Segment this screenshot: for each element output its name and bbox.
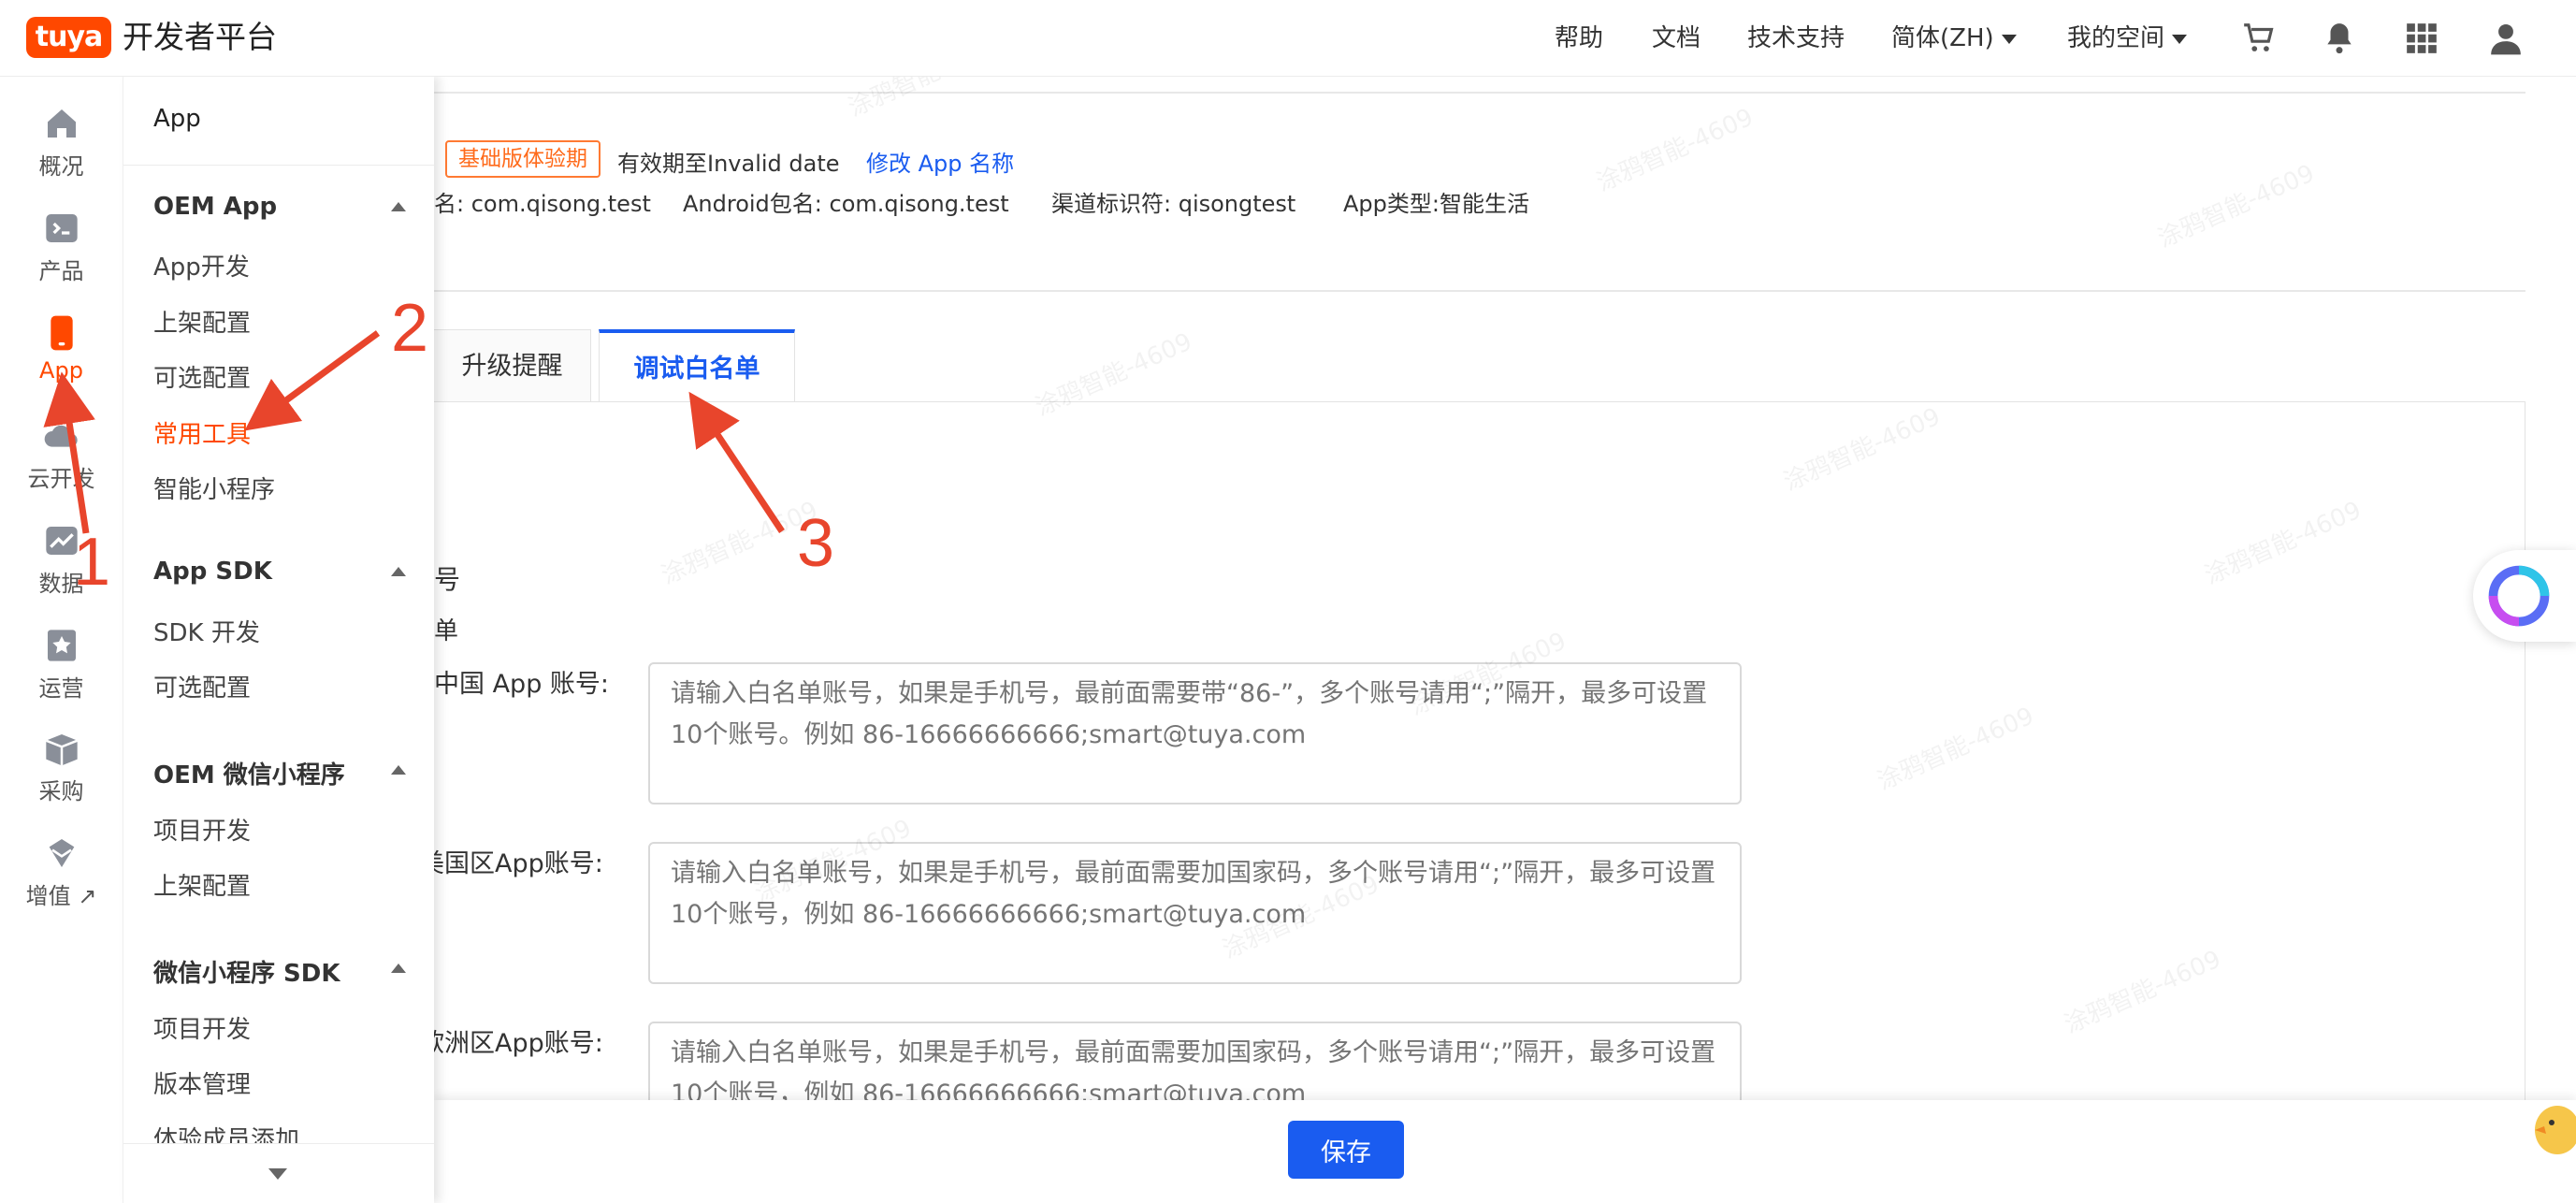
section-link[interactable]: 单 (434, 612, 458, 646)
rename-app-link[interactable]: 修改 App 名称 (866, 145, 1014, 178)
help-link[interactable]: 帮助 (1555, 0, 1603, 77)
menu-optional-config[interactable]: 可选配置 (153, 359, 251, 394)
chevron-up-icon (391, 765, 406, 775)
my-space-label: 我的空间 (2067, 24, 2165, 52)
chevron-up-icon (391, 964, 406, 973)
star-icon (47, 630, 76, 661)
rail-item-product[interactable]: 产品 (0, 210, 123, 303)
box-icon (45, 734, 78, 766)
submenu-scroll-down[interactable] (123, 1143, 434, 1203)
china-account-label: 中国 App 账号: (434, 670, 610, 699)
menu-mini-program[interactable]: 智能小程序 (153, 471, 275, 505)
china-account-input[interactable] (648, 662, 1742, 804)
divider (434, 92, 2525, 94)
rail-label: 概况 (38, 153, 84, 180)
duck-mascot-icon (2535, 1106, 2576, 1154)
rail-label: App (39, 357, 83, 384)
annotation-number-2: 2 (391, 291, 429, 366)
menu-version-management[interactable]: 版本管理 (153, 1065, 251, 1100)
menu-project-dev[interactable]: 项目开发 (153, 812, 251, 847)
assistant-orb-icon (2488, 565, 2550, 627)
my-space-menu[interactable]: 我的空间 (2067, 0, 2188, 77)
menu-sdk-dev[interactable]: SDK 开发 (153, 614, 260, 648)
menu-sdk-optional-config[interactable]: 可选配置 (153, 669, 251, 703)
chevron-down-icon (2172, 34, 2188, 44)
language-selector[interactable]: 简体(ZH) (1891, 0, 2017, 77)
whitelist-panel: 号 单 中国 App 账号: 美国区App账号: 欧洲区App账号: (434, 401, 2525, 1203)
rail-item-app[interactable]: App (0, 314, 123, 408)
us-account-label: 美国区App账号: (434, 849, 603, 878)
platform-title: 开发者平台 (123, 19, 277, 55)
ai-assistant-button[interactable] (2473, 550, 2576, 642)
tech-support-link[interactable]: 技术支持 (1747, 0, 1845, 77)
validity-text: 有效期至Invalid date (617, 151, 840, 177)
app-submenu: App OEM App App开发 上架配置 可选配置 常用工具 智能小程序 A… (123, 77, 434, 1203)
home-icon (47, 109, 76, 138)
menu-wechat-listing-config[interactable]: 上架配置 (153, 867, 251, 902)
annotation-number-1: 1 (73, 525, 111, 600)
group-app-sdk[interactable]: App SDK (153, 558, 406, 586)
top-header: tuya 开发者平台 帮助 文档 技术支持 简体(ZH) 我的空间 (0, 0, 2576, 77)
menu-wechat-project-dev[interactable]: 项目开发 (153, 1010, 251, 1045)
chevron-down-icon (268, 1168, 287, 1180)
language-label: 简体(ZH) (1891, 24, 1994, 52)
submenu-title: App (153, 105, 201, 133)
apps-grid-icon[interactable] (2404, 21, 2439, 56)
mascot-helper-button[interactable] (2524, 1093, 2576, 1158)
android-package-name: Android包名: com.qisong.test (683, 191, 1009, 217)
app-type: App类型:智能生活 (1343, 191, 1529, 217)
divider (434, 290, 2525, 292)
icon-sidebar: 概况 产品 App 云开发 数据 运营 采购 增值 ↗ (0, 77, 123, 1203)
group-wechat-sdk[interactable]: 微信小程序 SDK (153, 954, 406, 989)
menu-listing-config[interactable]: 上架配置 (153, 304, 251, 339)
group-label: App SDK (153, 558, 272, 586)
group-oem-app[interactable]: OEM App (153, 193, 406, 221)
eu-account-label: 欧洲区App账号: (434, 1029, 603, 1058)
rail-label: 采购 (38, 778, 84, 804)
cart-icon[interactable] (2241, 21, 2277, 56)
rail-item-operations[interactable]: 运营 (0, 627, 123, 720)
menu-common-tools[interactable]: 常用工具 (153, 415, 251, 450)
menu-app-dev[interactable]: App开发 (153, 248, 250, 283)
group-oem-wechat[interactable]: OEM 微信小程序 (153, 756, 406, 790)
chevron-down-icon (2001, 34, 2017, 44)
us-account-input[interactable] (648, 842, 1742, 984)
rail-label: 增值 ↗ (25, 883, 97, 909)
docs-link[interactable]: 文档 (1652, 0, 1700, 77)
cloud-icon (44, 425, 78, 447)
terminal-icon (45, 214, 78, 242)
rail-item-overview[interactable]: 概况 (0, 105, 123, 198)
group-label: OEM 微信小程序 (153, 761, 345, 790)
group-label: 微信小程序 SDK (153, 960, 340, 988)
channel-id: 渠道标识符: qisongtest (1051, 191, 1296, 217)
tab-upgrade-reminder[interactable]: 升级提醒 (434, 329, 591, 402)
tuya-logo[interactable]: tuya (26, 17, 111, 58)
phone-icon (50, 315, 73, 351)
ios-package-name: 名: com.qisong.test (434, 191, 651, 217)
chevron-up-icon (391, 567, 406, 576)
rail-item-value-added[interactable]: 增值 ↗ (0, 834, 123, 928)
main-content: 基础版体验期 有效期至Invalid date 修改 App 名称 名: com… (434, 77, 2576, 1203)
group-label: OEM App (153, 193, 278, 221)
tab-debug-whitelist[interactable]: 调试白名单 (599, 329, 795, 402)
rail-item-purchase[interactable]: 采购 (0, 730, 123, 823)
rail-label: 产品 (38, 258, 84, 284)
user-icon[interactable] (2488, 21, 2524, 56)
action-bar: 保存 (434, 1100, 2576, 1203)
rail-label: 云开发 (27, 466, 95, 492)
section-title: 号 (434, 564, 461, 595)
divider (123, 165, 434, 166)
chevron-up-icon (391, 202, 406, 211)
plan-badge: 基础版体验期 (445, 140, 601, 178)
rail-item-cloud[interactable]: 云开发 (0, 417, 123, 511)
save-button[interactable]: 保存 (1288, 1121, 1404, 1179)
bell-icon[interactable] (2322, 21, 2357, 56)
annotation-number-3: 3 (797, 506, 835, 581)
diamond-icon (49, 839, 74, 867)
rail-label: 运营 (38, 675, 84, 702)
